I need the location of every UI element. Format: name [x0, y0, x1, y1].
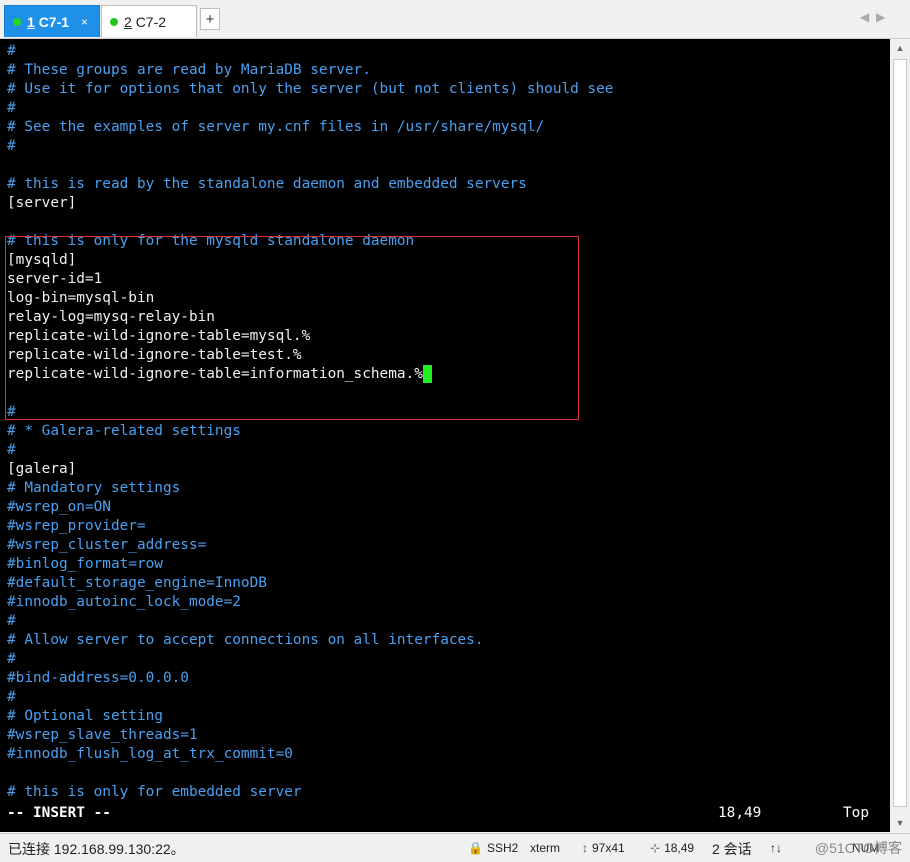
terminal-screen[interactable]: # this is only for embedded server #innod… [0, 39, 890, 832]
terminal-line: # Use it for options that only the serve… [7, 81, 614, 97]
terminal-line: # this is only for embedded server [7, 784, 302, 800]
tab-c7-2[interactable]: 2 C7-2 [101, 5, 197, 37]
cursor-position: ⊹ 18,49 [650, 841, 695, 855]
vertical-scrollbar[interactable]: ▲ ▼ [890, 39, 910, 832]
terminal-line-text: replicate-wild-ignore-table=information_… [7, 366, 423, 382]
terminal-line: [server] [7, 195, 77, 211]
scroll-down-arrow-icon[interactable]: ▼ [890, 814, 910, 832]
terminal-line: # [7, 404, 16, 420]
terminal-line: #innodb_autoinc_lock_mode=2 [7, 594, 241, 610]
terminal-line: #binlog_format=row [7, 556, 163, 572]
status-bar: 已连接 192.168.99.130:22。 🔒 SSH2 xterm ↕ 97x4… [0, 833, 910, 862]
connection-status: 已连接 192.168.99.130:22。 [8, 841, 185, 857]
watermark: @51CTO博客 [814, 840, 902, 856]
tab-prev-icon[interactable]: ◀ [860, 10, 869, 24]
scrollbar-thumb[interactable] [893, 59, 907, 807]
tab-label: C7-2 [135, 13, 167, 30]
terminal-line: relay-log=mysq-relay-bin [7, 309, 215, 325]
terminal-line: # [7, 689, 16, 705]
terminal-line: # Mandatory settings [7, 480, 181, 496]
terminal-line: #bind-address=0.0.0.0 [7, 670, 189, 686]
terminal-line: [galera] [7, 461, 77, 477]
lock-icon: 🔒 [468, 841, 483, 855]
vim-cursor-position: 18,49 [718, 805, 762, 821]
tab-index: 1 [27, 13, 35, 30]
connected-dot-icon [110, 17, 118, 26]
terminal-line: replicate-wild-ignore-table=information_… [7, 365, 432, 384]
tab-bar: 1 C7-1 × 2 C7-2 + ◀ ▶ [0, 0, 910, 39]
tab-label: C7-1 [38, 13, 70, 30]
terminal-line: #default_storage_engine=InnoDB [7, 575, 267, 591]
vim-scroll-position: Top [843, 805, 869, 821]
terminal-line: # These groups are read by MariaDB serve… [7, 62, 371, 78]
terminal-line: # this is read by the standalone daemon … [7, 176, 527, 192]
resize-icon: ↕ [582, 841, 588, 855]
terminal-line: #wsrep_on=ON [7, 499, 111, 515]
scroll-up-arrow-icon[interactable]: ▲ [890, 39, 910, 57]
terminal-line: # See the examples of server my.cnf file… [7, 119, 545, 135]
terminal-line: # [7, 442, 16, 458]
terminal-line: # Allow server to accept connections on … [7, 632, 484, 648]
terminal-line: # [7, 100, 16, 116]
terminal-line: replicate-wild-ignore-table=mysql.% [7, 328, 311, 344]
tab-next-icon[interactable]: ▶ [876, 10, 885, 24]
terminal-line: server-id=1 [7, 271, 103, 287]
terminal-line: # Optional setting [7, 708, 163, 724]
session-count: 2 会话 [712, 841, 752, 857]
terminal-line: # [7, 651, 16, 667]
close-tab-icon[interactable]: × [81, 15, 88, 29]
text-cursor [422, 365, 432, 383]
transfer-arrows-icon: ↑↓ [770, 841, 782, 855]
terminal-line: log-bin=mysql-bin [7, 290, 155, 306]
terminal-line: # this is only for the mysqld standalone… [7, 233, 415, 249]
terminal-line: #innodb_flush_log_at_trx_commit=0 [7, 746, 293, 762]
terminal-line: # [7, 138, 16, 154]
terminal-line: [mysqld] [7, 252, 77, 268]
cursor-icon: ⊹ [650, 841, 661, 855]
terminal-line: replicate-wild-ignore-table=test.% [7, 347, 302, 363]
connected-dot-icon [13, 17, 21, 26]
terminal-line: # [7, 43, 16, 59]
terminal-line: #wsrep_provider= [7, 518, 146, 534]
new-tab-button[interactable]: + [200, 8, 220, 30]
protocol-indicator: 🔒 SSH2 [468, 841, 519, 855]
terminal-line: #wsrep_cluster_address= [7, 537, 207, 553]
terminal-line: #wsrep_slave_threads=1 [7, 727, 198, 743]
terminal-type: xterm [530, 841, 560, 855]
tab-index: 2 [124, 13, 132, 30]
terminal-line: # [7, 613, 16, 629]
terminal-size: ↕ 97x41 [582, 841, 625, 855]
terminal-line: # * Galera-related settings [7, 423, 241, 439]
vim-mode-indicator: -- INSERT -- [7, 805, 111, 821]
tab-c7-1[interactable]: 1 C7-1 × [4, 5, 100, 37]
